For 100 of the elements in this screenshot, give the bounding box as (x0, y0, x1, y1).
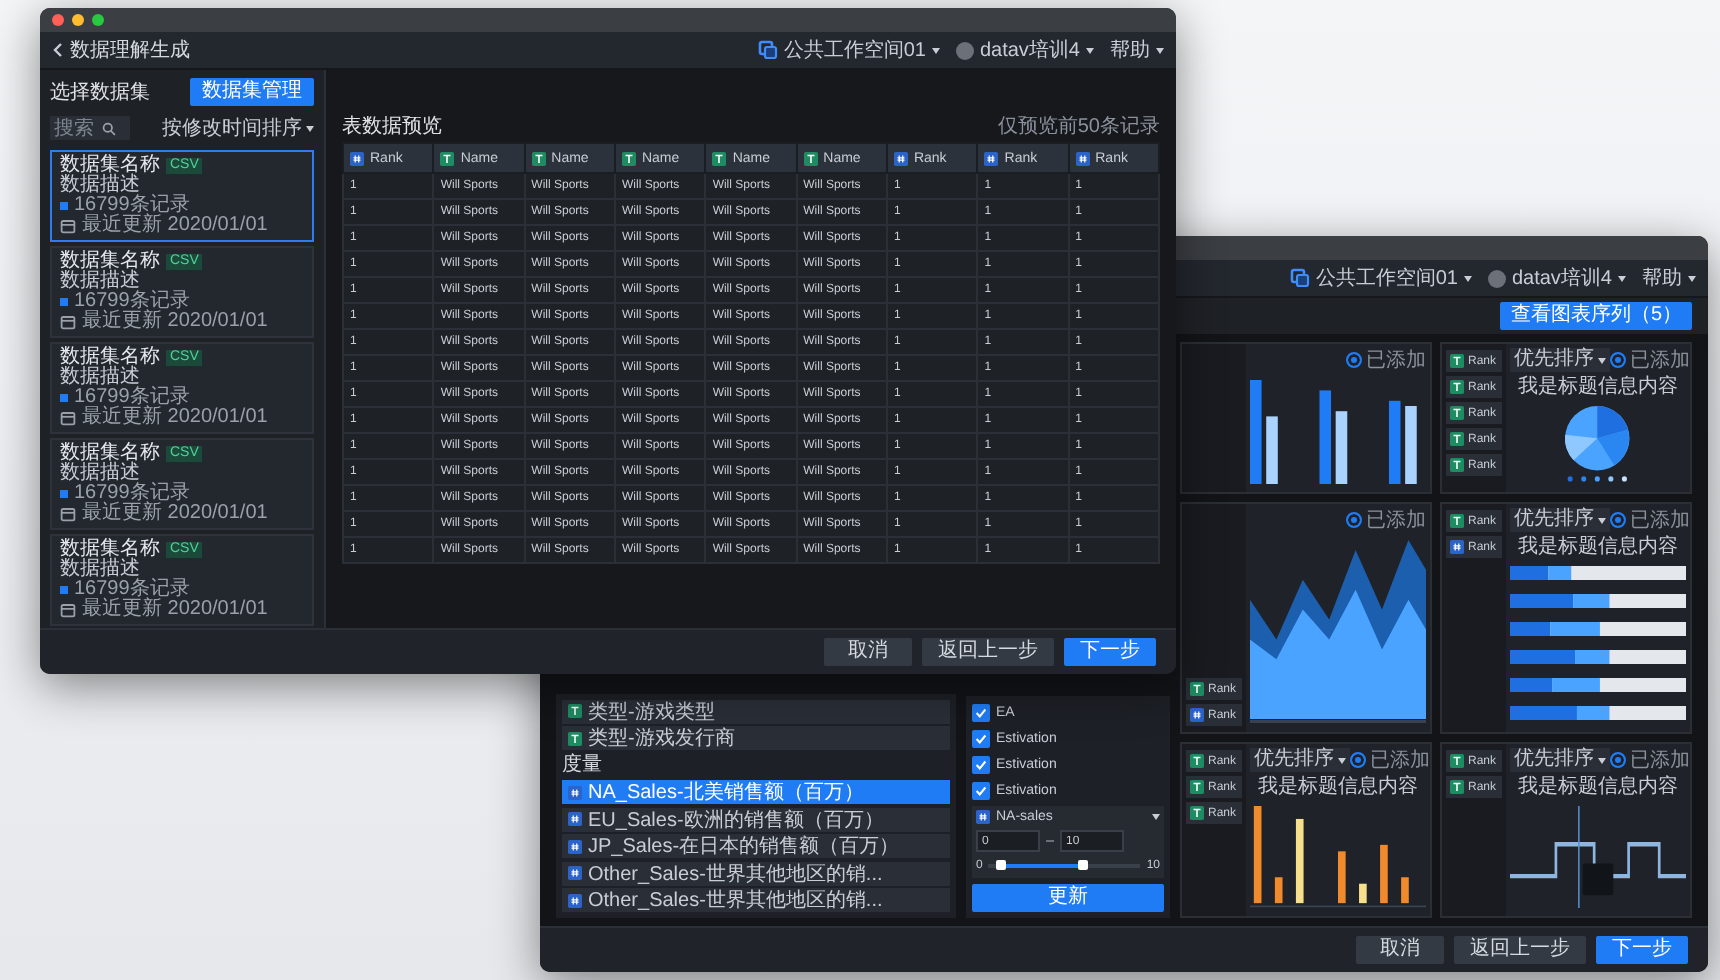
workspace-icon (757, 40, 778, 60)
chart-title: 我是标题信息内容 (1258, 776, 1418, 798)
caret-icon (1688, 275, 1696, 281)
user-menu[interactable]: datav培训4 (1487, 264, 1626, 292)
calendar-icon (60, 410, 76, 426)
field-type-icon (1450, 780, 1464, 794)
field-type-icon (1450, 380, 1464, 394)
field-item[interactable]: 类型-游戏类型 (562, 699, 950, 723)
next-button[interactable]: 下一步 (1596, 936, 1688, 964)
caret-icon (306, 125, 314, 131)
radio-button[interactable] (1610, 352, 1626, 368)
field-item[interactable]: 类型-游戏发行商 (562, 726, 950, 750)
slider-thumb[interactable] (996, 860, 1007, 870)
search-field[interactable]: 搜索 (50, 116, 130, 140)
back-link[interactable]: 数据理解生成 (52, 36, 190, 64)
preview-note: 仅预览前50条记录 (997, 114, 1160, 140)
field-type-icon (1450, 458, 1464, 472)
checkbox[interactable] (972, 755, 990, 773)
workspace-menu[interactable]: 公共工作空间01 (1289, 264, 1472, 292)
radio-button[interactable] (1610, 512, 1626, 528)
sort-dropdown[interactable]: 优先排序 (1510, 348, 1610, 372)
search-icon (102, 121, 116, 135)
sort-dropdown[interactable]: 优先排序 (1250, 748, 1350, 772)
dataset-name: 数据集名称 (60, 540, 160, 560)
workspace-icon (1289, 268, 1310, 288)
dataset-name: 数据集名称 (60, 348, 160, 368)
checkbox[interactable] (972, 703, 990, 721)
minimize-button[interactable] (72, 14, 84, 26)
next-button[interactable]: 下一步 (1064, 638, 1156, 666)
footer-button[interactable]: 取消 (824, 638, 912, 666)
dataset-description: 数据描述 (60, 272, 140, 292)
field-type-icon (621, 151, 636, 165)
footer-button[interactable]: 返回上一步 (1454, 936, 1586, 964)
field-type-icon (1190, 708, 1204, 722)
checkbox[interactable] (972, 729, 990, 747)
dataset-description: 数据描述 (60, 560, 140, 580)
dataset-name: 数据集名称 (60, 444, 160, 464)
footer-button[interactable]: 取消 (1356, 936, 1444, 964)
field-item[interactable]: NA_Sales-北美销售额（百万） (562, 780, 950, 804)
caret-icon (1156, 47, 1164, 53)
user-menu[interactable]: datav培训4 (955, 36, 1094, 64)
field-type-icon (1450, 354, 1464, 368)
field-item[interactable]: Other_Sales-世界其他地区的销... (562, 888, 950, 912)
radio-button[interactable] (1346, 352, 1362, 368)
calendar-icon (60, 314, 76, 330)
help-menu[interactable]: 帮助 (1110, 36, 1164, 64)
manage-button[interactable]: 数据集管理 (190, 78, 314, 106)
field-item[interactable]: JP_Sales-在日本的销售额（百万） (562, 834, 950, 858)
field-type-icon (803, 151, 818, 165)
field-type-icon (568, 839, 582, 853)
slider-thumb[interactable] (1077, 860, 1088, 870)
field-type-icon (1450, 432, 1464, 446)
field-type-icon (1450, 406, 1464, 420)
back-icon (52, 42, 64, 58)
preview-title: 表数据预览 (342, 113, 442, 140)
dataset-name: 数据集名称 (60, 252, 160, 272)
close-button[interactable] (52, 14, 64, 26)
calendar-icon (60, 218, 76, 234)
bullet-icon (60, 394, 68, 402)
field-type-icon (1190, 806, 1204, 820)
radio-button[interactable] (1610, 752, 1626, 768)
bullet-icon (60, 490, 68, 498)
help-menu[interactable]: 帮助 (1642, 264, 1696, 292)
chart-series-button[interactable]: 查看图表序列（5） (1500, 302, 1692, 330)
field-item[interactable]: Other_Sales-世界其他地区的销... (562, 861, 950, 885)
field-type-icon (568, 812, 582, 826)
radio-button[interactable] (1350, 752, 1366, 768)
sort-dropdown[interactable]: 优先排序 (1510, 748, 1610, 772)
radio-label: 已添加 (1370, 747, 1430, 774)
update-date: 最近更新 2020/01/01 (82, 408, 268, 428)
field-type-icon (1190, 682, 1204, 696)
field-type-icon (1450, 754, 1464, 768)
field-type-icon (1075, 151, 1090, 165)
zoom-button[interactable] (92, 14, 104, 26)
caret-icon (931, 47, 940, 53)
dataset-description: 数据描述 (60, 176, 140, 196)
footer-button[interactable]: 返回上一步 (922, 638, 1054, 666)
workspace-menu[interactable]: 公共工作空间01 (757, 36, 940, 64)
update-button[interactable]: 更新 (972, 884, 1164, 912)
bullet-icon (60, 586, 68, 594)
caret-icon (1152, 814, 1160, 820)
caret-icon (1618, 275, 1626, 281)
field-item[interactable]: EU_Sales-欧洲的销售额（百万） (562, 807, 950, 831)
caret-icon (1086, 47, 1094, 53)
radio-label: 已添加 (1630, 347, 1690, 374)
bullet-icon (60, 298, 68, 306)
sort-dropdown[interactable]: 优先排序 (1510, 508, 1610, 532)
field-type-icon (984, 151, 999, 165)
section-heading: 度量 (562, 753, 604, 777)
field-type-icon (568, 893, 582, 907)
radio-button[interactable] (1346, 512, 1362, 528)
field-type-icon (712, 151, 727, 165)
checkbox[interactable] (972, 781, 990, 799)
chart-title: 我是标题信息内容 (1518, 376, 1678, 398)
update-date: 最近更新 2020/01/01 (82, 600, 268, 620)
update-date: 最近更新 2020/01/01 (82, 504, 268, 524)
field-type-icon (531, 151, 546, 165)
sort-menu[interactable]: 按修改时间排序 (162, 114, 314, 142)
dataset-description: 数据描述 (60, 464, 140, 484)
avatar (1487, 269, 1506, 287)
